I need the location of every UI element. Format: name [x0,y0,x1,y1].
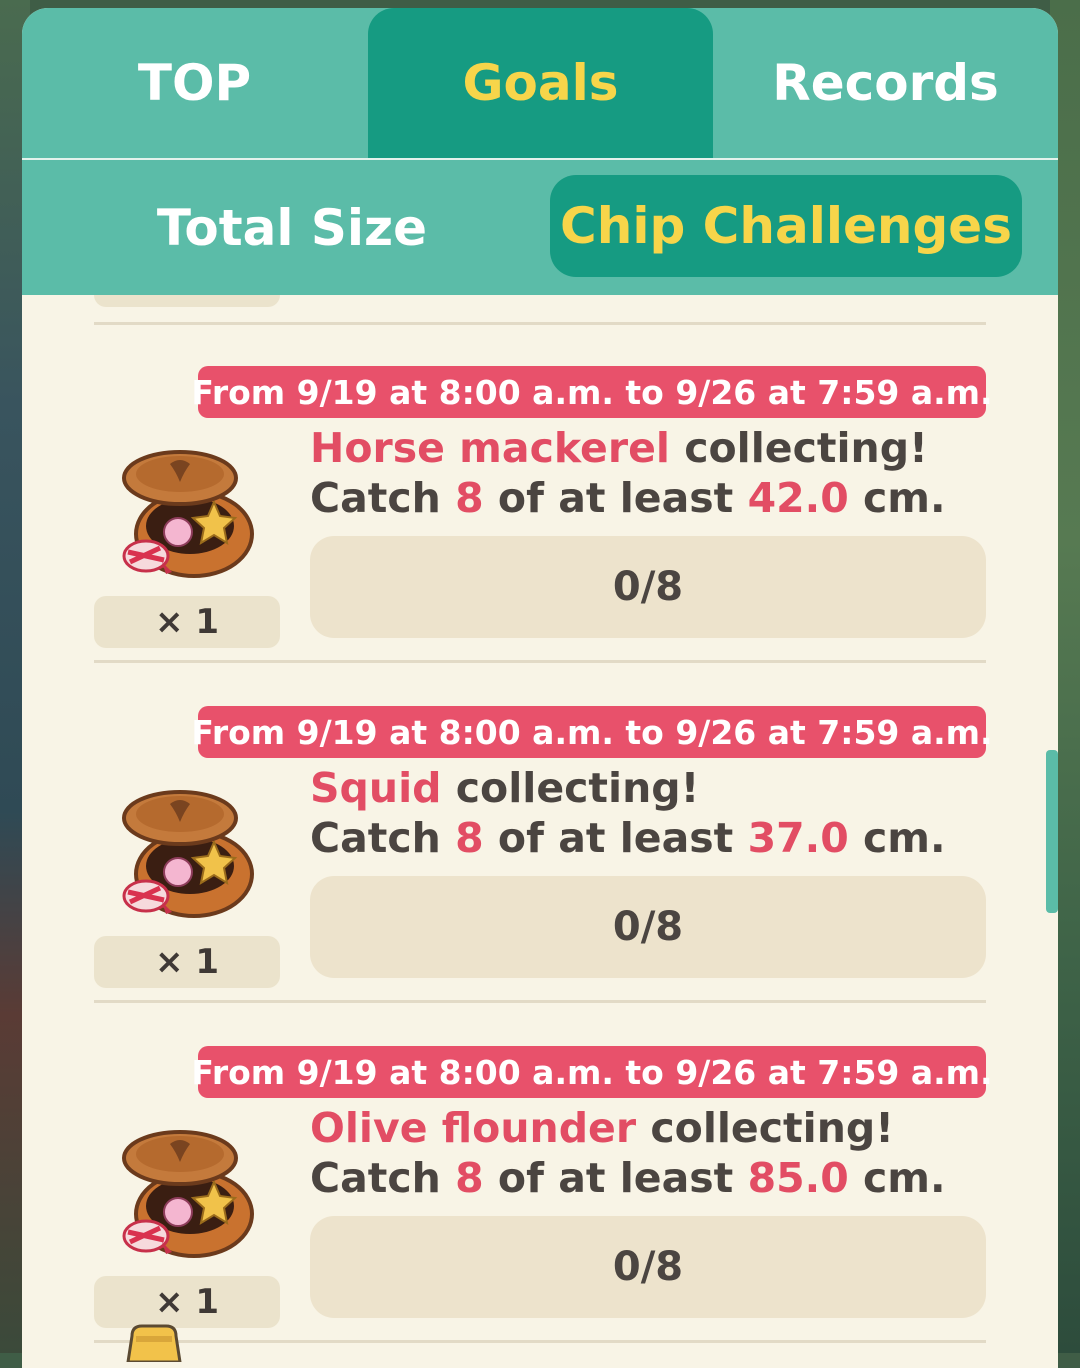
scrollbar[interactable] [1046,750,1058,913]
min-size: 37.0 [747,814,849,862]
fish-name: Olive flounder [310,1104,637,1152]
catch-count: 8 [455,814,484,862]
challenge-title: Squid collecting! [310,764,700,812]
tab-goals[interactable]: Goals [368,8,713,158]
subtab-total-size[interactable]: Total Size [82,178,502,278]
catch-count: 8 [455,474,484,522]
challenge-list[interactable]: From 9/19 at 8:00 a.m. to 9/26 at 7:59 a… [22,295,1058,1368]
reward-count-badge: × 1 [94,1276,280,1328]
tab-top[interactable]: TOP [22,8,367,158]
min-size: 42.0 [747,474,849,522]
divider [94,322,986,325]
period-badge: From 9/19 at 8:00 a.m. to 9/26 at 7:59 a… [191,1046,993,1098]
period-badge: From 9/19 at 8:00 a.m. to 9/26 at 7:59 a… [191,366,993,418]
reward-count-badge-partial [94,295,280,307]
reward-count-badge: × 1 [94,936,280,988]
challenge-title: Olive flounder collecting! [310,1104,894,1152]
progress-bar: 0/8 [310,1216,986,1318]
jar-icon [126,1324,182,1362]
divider [94,1000,986,1003]
period-badge: From 9/19 at 8:00 a.m. to 9/26 at 7:59 a… [191,706,993,758]
divider [94,1340,986,1343]
challenge-card: From 9/19 at 8:00 a.m. to 9/26 at 7:59 a… [22,706,1058,1046]
sub-tab-bar: Total Size Chip Challenges [22,160,1058,295]
subtab-chip-challenges[interactable]: Chip Challenges [550,175,1022,277]
challenge-card: From 9/19 at 8:00 a.m. to 9/26 at 7:59 a… [22,1046,1058,1368]
tab-records[interactable]: Records [713,8,1058,158]
catch-count: 8 [455,1154,484,1202]
fish-name: Squid [310,764,442,812]
min-size: 85.0 [747,1154,849,1202]
challenge-card: From 9/19 at 8:00 a.m. to 9/26 at 7:59 a… [22,366,1058,706]
progress-bar: 0/8 [310,536,986,638]
reward-count-badge: × 1 [94,596,280,648]
chest-icon [122,450,254,578]
main-tab-bar: TOP Goals Records [22,8,1058,158]
challenge-requirement: Catch 8 of at least 85.0 cm. [310,1154,946,1202]
challenge-title: Horse mackerel collecting! [310,424,928,472]
divider [94,660,986,663]
fish-name: Horse mackerel [310,424,670,472]
challenge-requirement: Catch 8 of at least 37.0 cm. [310,814,946,862]
progress-bar: 0/8 [310,876,986,978]
chest-icon [122,1130,254,1258]
goals-panel: TOP Goals Records Total Size Chip Challe… [22,8,1058,1368]
chest-icon [122,790,254,918]
challenge-requirement: Catch 8 of at least 42.0 cm. [310,474,946,522]
